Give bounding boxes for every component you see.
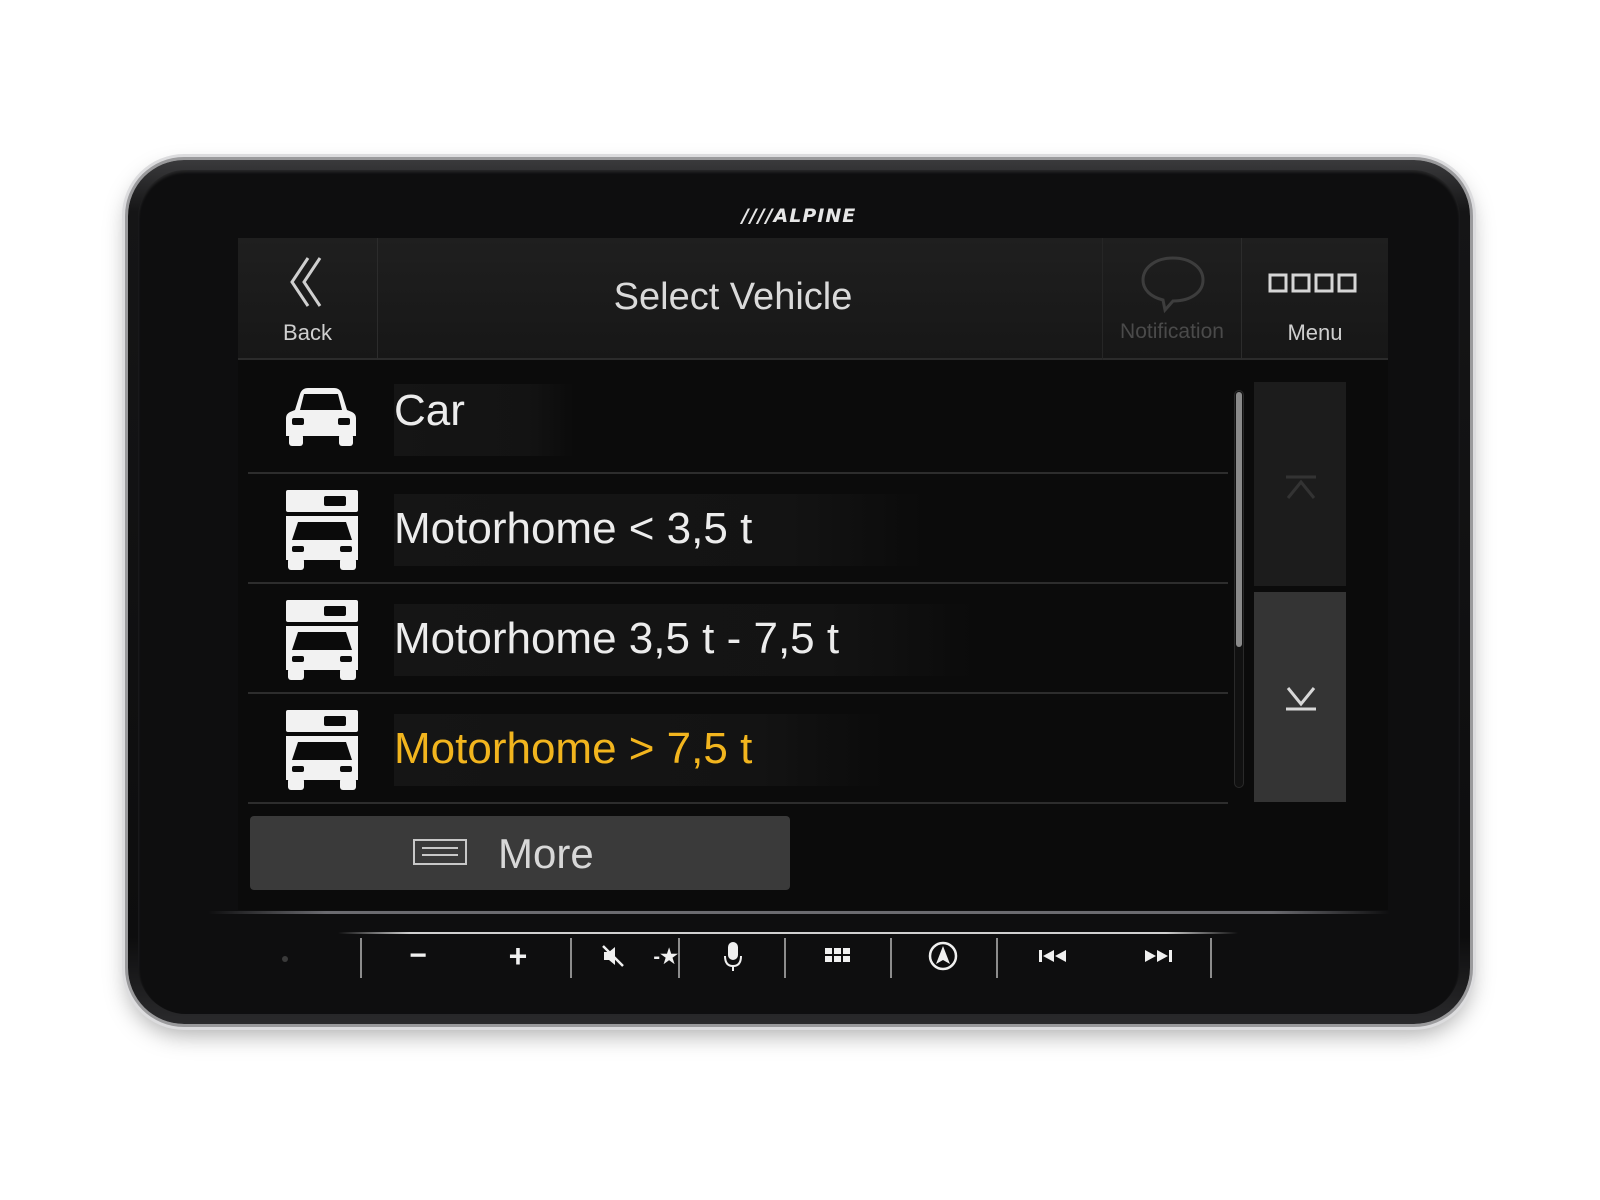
divider xyxy=(890,938,892,978)
divider xyxy=(678,938,680,978)
hardware-button-bar: − + -★ xyxy=(338,932,1238,984)
motorhome-icon xyxy=(286,710,358,790)
divider xyxy=(360,938,362,978)
list-item-label-selected: Motorhome > 7,5 t xyxy=(394,724,753,773)
plus-label: + xyxy=(508,938,528,974)
voice-button[interactable] xyxy=(683,938,783,982)
screen: Back Select Vehicle Notification Menu Ca… xyxy=(238,238,1388,910)
device-bezel: ////ALPINE Back Select Vehicle Notificat… xyxy=(128,160,1470,1024)
car-icon xyxy=(286,388,356,446)
brand-logo: ////ALPINE xyxy=(741,205,857,227)
favorite-label: -★ xyxy=(653,945,678,968)
minus-label: − xyxy=(409,939,427,972)
speech-bubble-icon xyxy=(1141,256,1205,314)
skip-previous-icon xyxy=(1039,950,1066,962)
menu-label: Menu xyxy=(1287,320,1343,345)
volume-down-button[interactable]: − xyxy=(378,938,458,982)
list-item-label: Motorhome 3,5 t - 7,5 t xyxy=(394,614,840,663)
back-button[interactable]: Back xyxy=(238,238,378,360)
page-title: Select Vehicle xyxy=(613,276,853,318)
double-chevron-left-icon xyxy=(290,257,322,307)
skip-next-icon xyxy=(1145,950,1172,962)
more-button[interactable]: More xyxy=(250,816,790,890)
back-label: Back xyxy=(283,320,332,345)
scroll-to-top-button[interactable] xyxy=(1254,382,1346,588)
apps-grid-icon xyxy=(825,948,850,962)
next-track-button[interactable] xyxy=(1108,938,1208,982)
microphone-icon xyxy=(724,942,742,971)
device-frame: ////ALPINE Back Select Vehicle Notificat… xyxy=(138,170,1460,1014)
list-item-car[interactable]: Car xyxy=(248,364,1228,474)
menu-button[interactable]: Menu xyxy=(1242,238,1388,360)
divider xyxy=(784,938,786,978)
divider xyxy=(996,938,998,978)
vehicle-list: Car Motorhome < 3,5 t Motorhome 3,5 t - … xyxy=(248,364,1228,806)
navigation-button[interactable] xyxy=(893,938,993,982)
menu-grid-icon xyxy=(1268,273,1357,293)
microphone-hole xyxy=(282,956,288,962)
list-item-motorhome-over-7-5t[interactable]: Motorhome > 7,5 t xyxy=(248,694,1228,804)
scrollbar[interactable] xyxy=(1234,390,1244,788)
divider xyxy=(570,938,572,978)
scroll-bottom-icon xyxy=(1286,687,1316,711)
list-item-label: Motorhome < 3,5 t xyxy=(394,504,753,553)
scroll-to-bottom-button[interactable] xyxy=(1254,592,1346,802)
list-icon xyxy=(413,839,467,865)
motorhome-icon xyxy=(286,490,358,570)
list-item-label: Car xyxy=(394,386,465,435)
notification-label: Notification xyxy=(1120,320,1224,343)
mute-favorite-button[interactable]: -★ xyxy=(578,938,678,982)
stage: ////ALPINE Back Select Vehicle Notificat… xyxy=(0,0,1600,1200)
list-item-motorhome-3-5t-7-5t[interactable]: Motorhome 3,5 t - 7,5 t xyxy=(248,584,1228,694)
scrollbar-thumb[interactable] xyxy=(1236,392,1242,647)
header-bar: Back Select Vehicle Notification Menu xyxy=(238,238,1388,360)
scroll-top-icon xyxy=(1286,475,1316,499)
mute-icon xyxy=(601,945,624,967)
list-item-motorhome-under-3-5t[interactable]: Motorhome < 3,5 t xyxy=(248,474,1228,584)
notification-button[interactable]: Notification xyxy=(1102,238,1242,360)
divider xyxy=(1210,938,1212,978)
navigation-icon xyxy=(928,941,958,971)
motorhome-icon xyxy=(286,600,358,680)
volume-up-button[interactable]: + xyxy=(478,938,558,982)
previous-track-button[interactable] xyxy=(1003,938,1103,982)
more-label: More xyxy=(498,830,594,877)
button-bar-line xyxy=(338,932,1238,934)
bezel-accent-line xyxy=(208,911,1390,914)
apps-button[interactable] xyxy=(788,938,888,982)
